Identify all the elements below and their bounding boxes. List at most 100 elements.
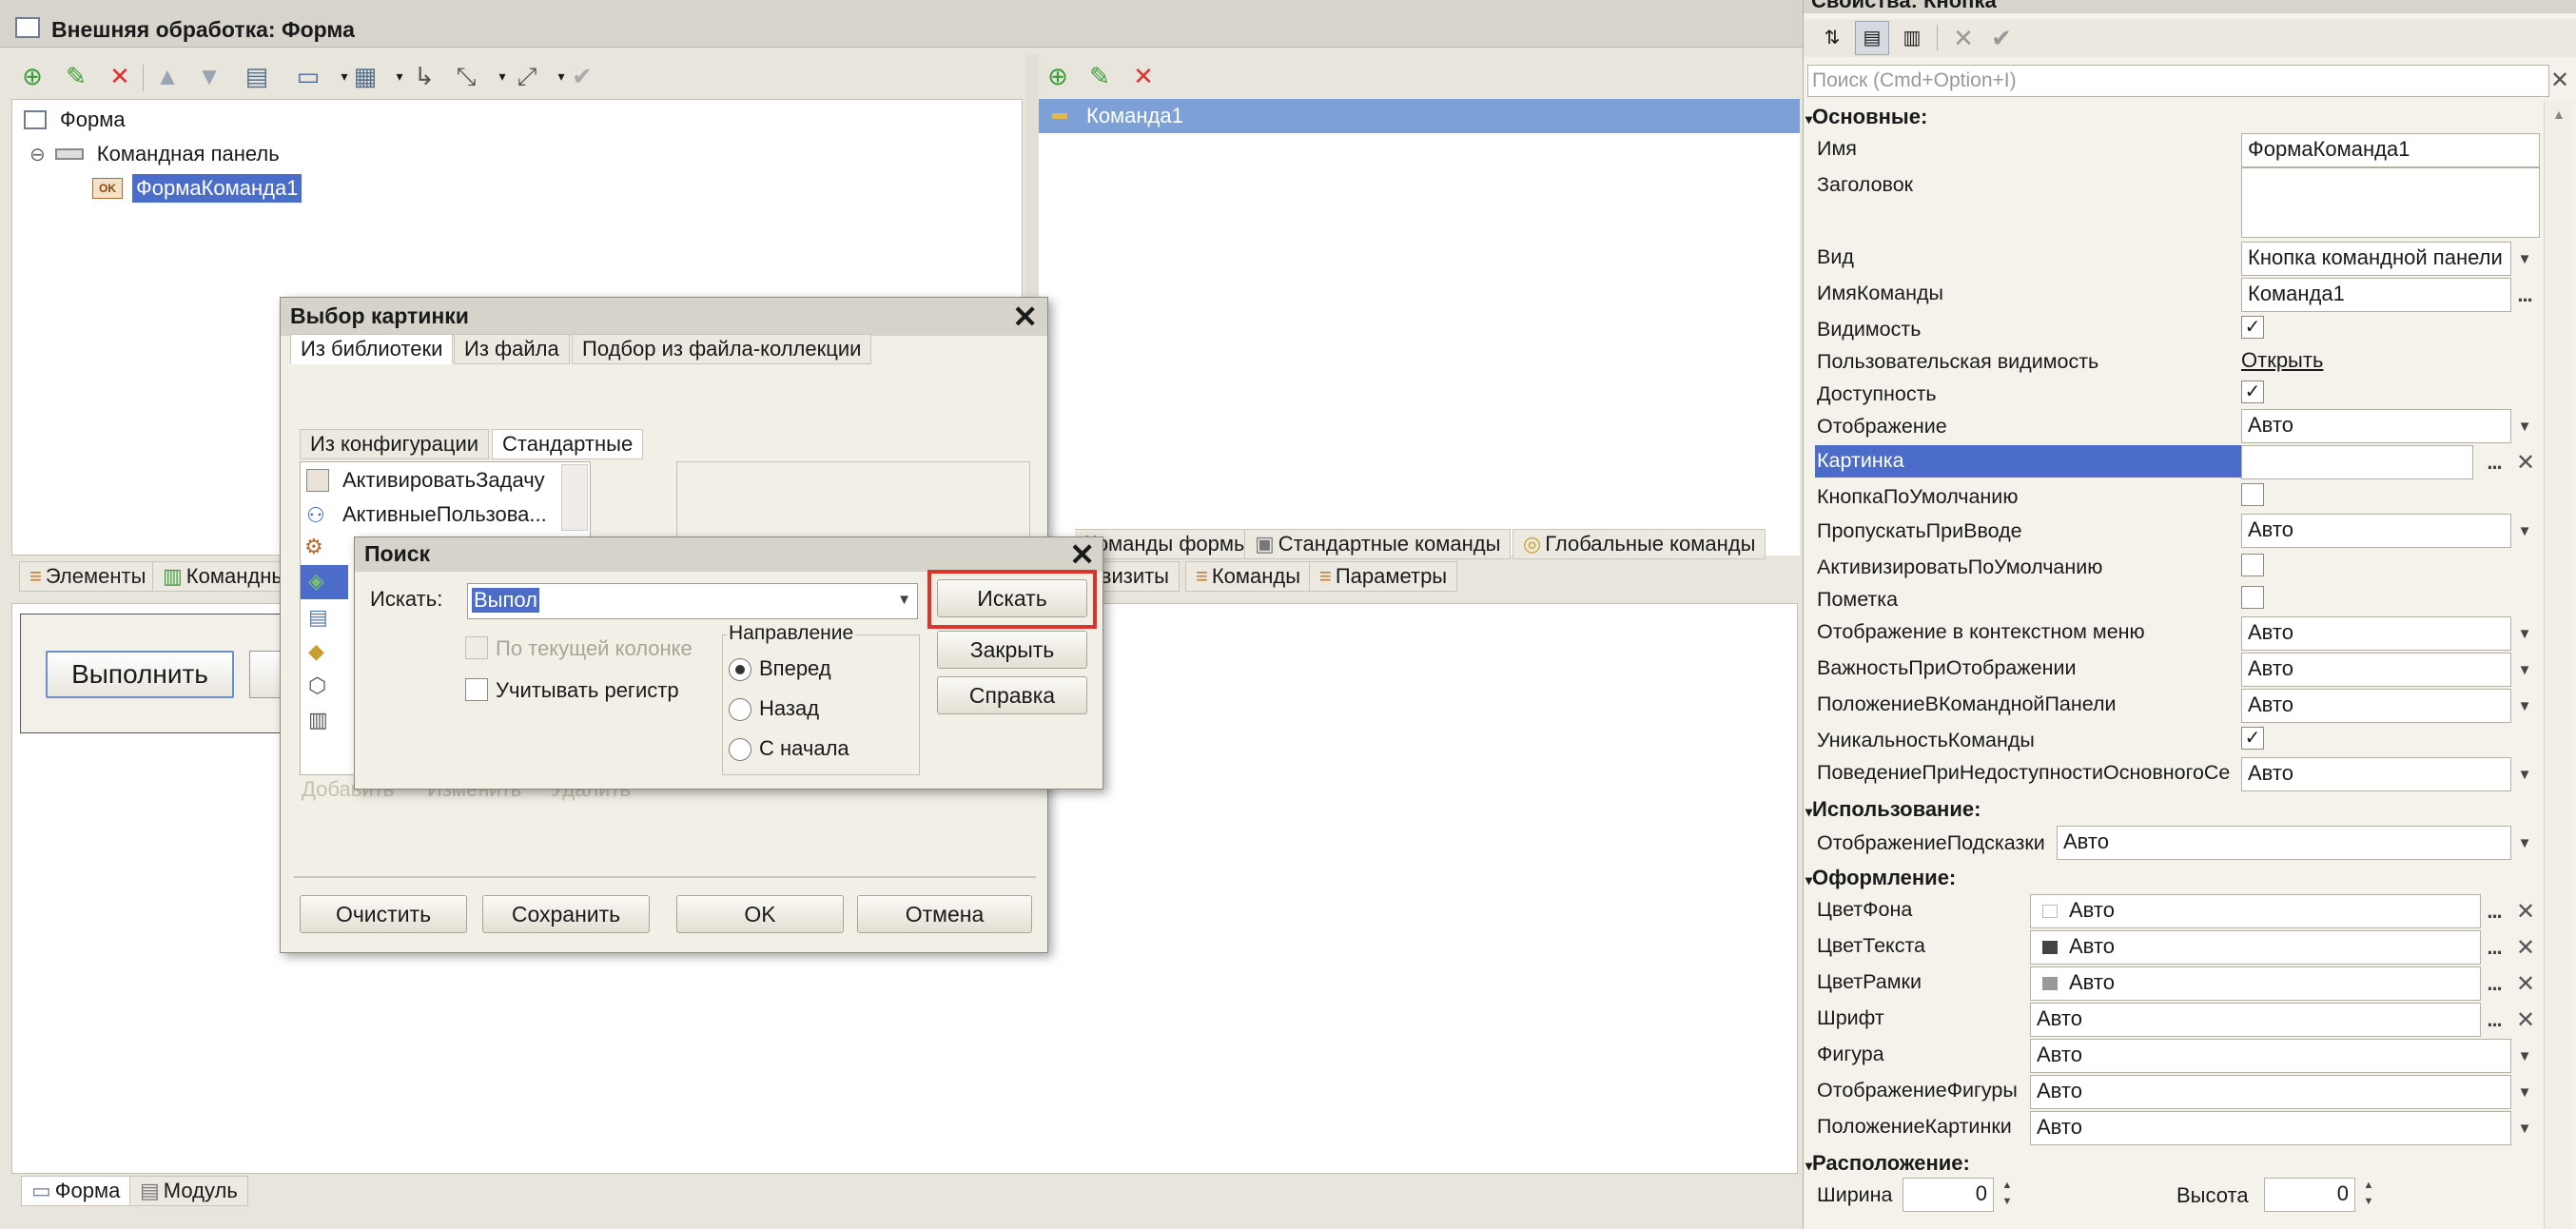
scrollbar[interactable] — [561, 464, 588, 531]
ellipsis-button[interactable]: ... — [2508, 278, 2542, 312]
prop-picture-position-field[interactable]: Авто — [2030, 1111, 2511, 1145]
tree-item-form-command[interactable]: OK ФормаКоманда1 — [92, 172, 302, 205]
monitor-icon[interactable]: ▭ — [291, 59, 325, 93]
tab-global-commands[interactable]: ◎ Глобальные команды — [1512, 529, 1766, 559]
direction-forward-radio[interactable] — [729, 658, 751, 681]
tab-commands[interactable]: ≡ Команды — [1185, 561, 1312, 592]
close-button[interactable]: Закрыть — [937, 631, 1087, 669]
tab-standard[interactable]: Стандартные — [492, 429, 644, 459]
find-button[interactable]: Искать — [937, 579, 1087, 617]
close-icon[interactable]: ✕ — [1012, 302, 1038, 332]
tab-standard-commands[interactable]: ▣ Стандартные команды — [1244, 529, 1512, 559]
expand-icon[interactable]: ⤢ — [510, 59, 544, 93]
section-main[interactable]: ▾Основные: — [1805, 105, 1927, 129]
tab-attributes[interactable]: Реквизиты — [1094, 561, 1180, 592]
prop-skip-on-input-field[interactable]: Авто — [2241, 514, 2511, 548]
prop-text-color-field[interactable]: Авто — [2030, 930, 2481, 965]
tab-from-file[interactable]: Из файла — [454, 334, 570, 364]
add-icon[interactable]: ⊕ — [1041, 59, 1075, 93]
search-input[interactable]: Выпол ▼ — [467, 583, 918, 619]
prop-context-menu-field[interactable]: Авто — [2241, 616, 2511, 651]
prop-unique-checkbox[interactable]: ✓ — [2241, 727, 2264, 750]
tree-item-form[interactable]: Форма — [24, 106, 126, 134]
chevron-down-icon[interactable]: ▼ — [2508, 689, 2542, 723]
prop-border-color-field[interactable]: Авто — [2030, 966, 2481, 1001]
tree-item-command-panel[interactable]: ⊖ Командная панель — [29, 140, 280, 168]
prop-picture-field[interactable] — [2241, 445, 2473, 479]
move-down-icon[interactable]: ▼ — [192, 59, 226, 93]
edit-icon[interactable]: ✎ — [1083, 59, 1117, 93]
close-icon[interactable]: ✕ — [1069, 539, 1095, 570]
prop-tooltip-display-field[interactable]: Авто — [2057, 826, 2511, 860]
chevron-down-icon[interactable]: ▼ — [2508, 616, 2542, 651]
prop-enabled-checkbox[interactable]: ✓ — [2241, 380, 2264, 403]
properties-search-input[interactable]: Поиск (Cmd+Option+I) — [1807, 65, 2549, 97]
chevron-down-icon[interactable]: ▼ — [897, 592, 911, 608]
move-up-icon[interactable]: ▲ — [150, 59, 185, 93]
check-icon[interactable]: ✔ — [1984, 21, 2019, 55]
ellipsis-button[interactable]: ... — [2477, 445, 2511, 479]
section-layout[interactable]: ▾Расположение: — [1805, 1151, 1970, 1176]
prop-width-field[interactable]: 0 — [1903, 1178, 1994, 1212]
clear-icon[interactable]: ✕ — [2509, 894, 2542, 928]
section-usage[interactable]: ▾Использование: — [1805, 797, 1981, 822]
scroll-up-icon[interactable]: ▲ — [2552, 107, 2566, 122]
by-column-checkbox[interactable] — [465, 636, 488, 659]
list-item[interactable]: Команда1 — [1039, 99, 1800, 133]
tab-parameters[interactable]: ≡ Параметры — [1309, 561, 1458, 592]
width-stepper[interactable]: ▲ ▼ — [1996, 1178, 2019, 1212]
direction-back-radio[interactable] — [729, 698, 751, 721]
prop-unavailable-behavior-field[interactable]: Авто — [2241, 757, 2511, 791]
chevron-down-icon[interactable]: ▼ — [2508, 1075, 2542, 1109]
sort-alpha-icon[interactable]: ⇅ — [1815, 21, 1849, 55]
section-design[interactable]: ▾Оформление: — [1805, 866, 1956, 890]
ellipsis-button[interactable]: ... — [2477, 966, 2511, 1001]
cancel-button[interactable]: Отмена — [857, 895, 1032, 933]
chevron-down-icon[interactable]: ▼ — [2508, 757, 2542, 791]
prop-name-field[interactable]: ФормаКоманда1 — [2241, 133, 2540, 167]
tab-from-configuration[interactable]: Из конфигурации — [300, 429, 490, 459]
prop-shape-display-field[interactable]: Авто — [2030, 1075, 2511, 1109]
chevron-down-icon[interactable]: ▼ — [2508, 409, 2542, 443]
ellipsis-button[interactable]: ... — [2477, 930, 2511, 965]
list-item-selected[interactable]: ◈ — [301, 565, 348, 599]
save-button[interactable]: Сохранить — [482, 895, 650, 933]
tab-module[interactable]: ▤ Модуль — [129, 1176, 248, 1206]
list-item[interactable]: ◆ — [308, 639, 324, 664]
clear-search-icon[interactable]: ✕ — [2544, 63, 2576, 97]
prop-panel-position-field[interactable]: Авто — [2241, 689, 2511, 723]
prop-default-button-checkbox[interactable] — [2241, 483, 2264, 506]
direction-start-radio[interactable] — [729, 738, 751, 761]
ellipsis-button[interactable]: ... — [2477, 894, 2511, 928]
clear-icon[interactable]: ✕ — [2509, 930, 2542, 965]
chevron-down-icon[interactable]: ▼ — [2508, 1039, 2542, 1073]
delete-icon[interactable]: ✕ — [1126, 59, 1161, 93]
clear-icon[interactable]: ✕ — [2509, 445, 2542, 479]
prop-title-field[interactable] — [2241, 167, 2540, 238]
list-item[interactable]: АктивироватьЗадачу — [306, 466, 545, 495]
edit-icon[interactable]: ✎ — [59, 59, 93, 93]
chevron-down-icon[interactable]: ▼ — [2508, 1111, 2542, 1145]
list-item[interactable]: ⬡ — [308, 673, 326, 698]
prop-visible-checkbox[interactable]: ✓ — [2241, 316, 2264, 339]
list-item[interactable]: ⚙ — [304, 535, 342, 563]
prop-command-name-field[interactable]: Команда1 — [2241, 278, 2511, 312]
list-item[interactable]: ▤ — [308, 605, 328, 630]
prop-shape-field[interactable]: Авто — [2030, 1039, 2511, 1073]
prop-height-field[interactable]: 0 — [2264, 1178, 2355, 1212]
height-stepper[interactable]: ▲ ▼ — [2357, 1178, 2380, 1212]
filter-icon[interactable]: ▥ — [1895, 21, 1929, 55]
list-item[interactable]: ⚇ АктивныеПользова... — [306, 500, 547, 529]
prop-check-checkbox[interactable] — [2241, 586, 2264, 609]
prop-activate-default-checkbox[interactable] — [2241, 554, 2264, 576]
form-structure-icon[interactable]: ▤ — [240, 59, 274, 93]
chevron-down-icon[interactable]: ▼ — [2508, 514, 2542, 548]
ok-button[interactable]: OK — [676, 895, 844, 933]
resize-icon[interactable]: ⤡ — [449, 59, 483, 93]
tab-from-library[interactable]: Из библиотеки — [290, 334, 454, 364]
prop-representation-field[interactable]: Авто — [2241, 409, 2511, 443]
chevron-down-icon[interactable]: ▼ — [2508, 653, 2542, 687]
prop-kind-field[interactable]: Кнопка командной панели — [2241, 242, 2511, 276]
tab-from-collection[interactable]: Подбор из файла-коллекции — [572, 334, 872, 364]
properties-scrollbar[interactable]: ▲ — [2544, 101, 2572, 1229]
